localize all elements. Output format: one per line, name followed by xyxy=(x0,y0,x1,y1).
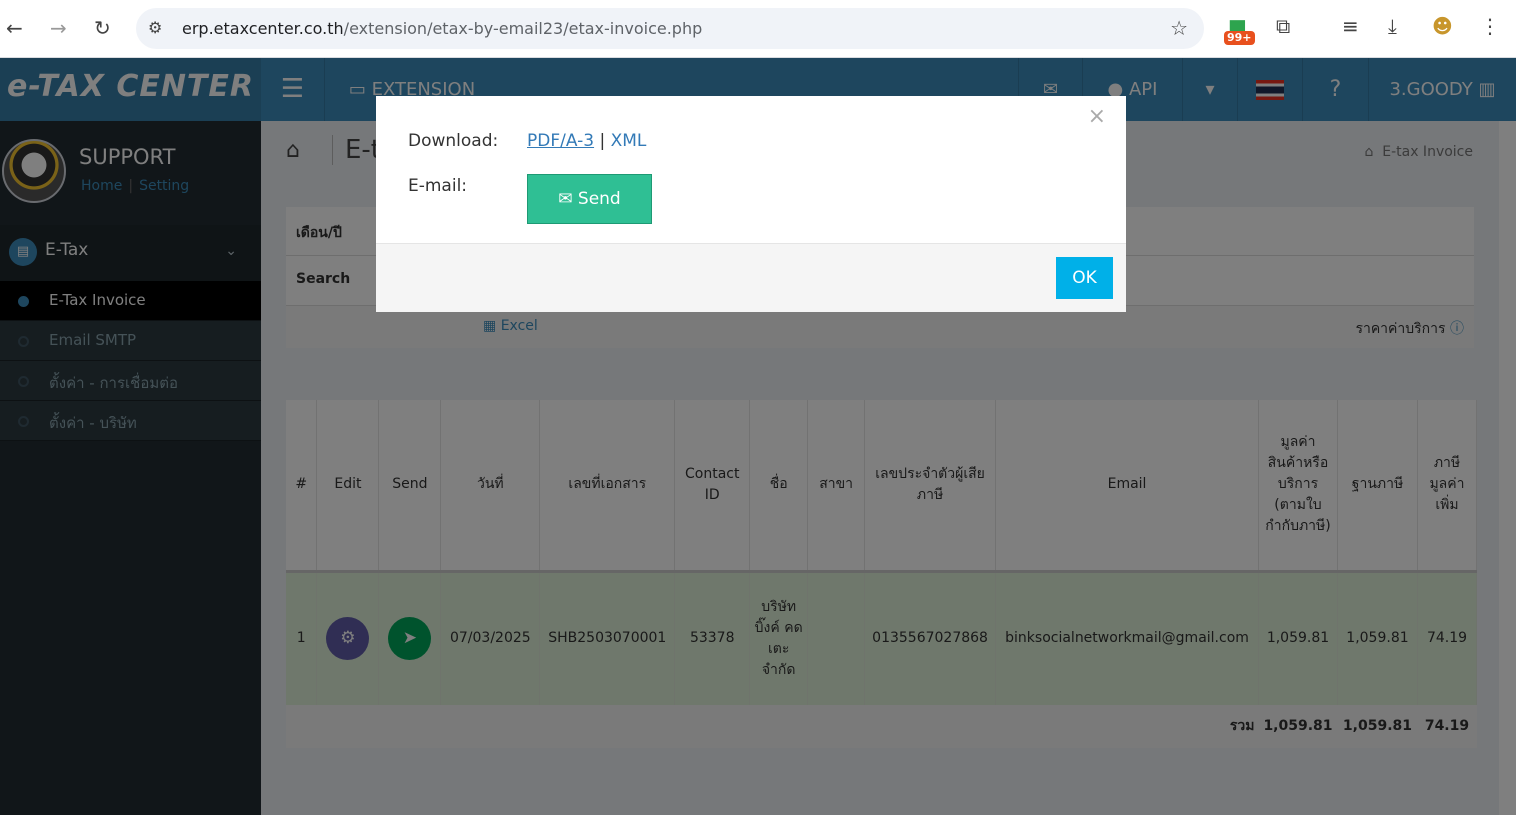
download-icon[interactable]: ⤓ xyxy=(1388,14,1397,38)
browser-chrome: ← → ↻ ⚙ erp.etaxcenter.co.th/extension/e… xyxy=(0,0,1516,58)
send-label: Send xyxy=(577,189,621,209)
reload-icon[interactable]: ↻ xyxy=(94,16,111,40)
envelope-icon: ✉ xyxy=(558,189,573,209)
xml-link[interactable]: XML xyxy=(611,131,647,151)
url-text[interactable]: erp.etaxcenter.co.th/extension/etax-by-e… xyxy=(182,19,702,38)
email-label: E-mail: xyxy=(408,176,468,196)
site-info-icon[interactable]: ⚙ xyxy=(148,18,162,37)
download-label: Download: xyxy=(408,131,499,151)
address-bar[interactable]: ⚙ erp.etaxcenter.co.th/extension/etax-by… xyxy=(136,8,1204,49)
ok-button[interactable]: OK xyxy=(1056,257,1113,299)
back-icon[interactable]: ← xyxy=(6,16,23,40)
link-separator: | xyxy=(599,131,606,151)
profile-avatar-icon[interactable]: ☻ xyxy=(1432,14,1453,38)
download-modal: × Download: PDF/A-3 | XML E-mail: ✉ Send… xyxy=(376,96,1126,312)
close-icon[interactable]: × xyxy=(1088,104,1106,129)
media-control-icon[interactable]: ≡ xyxy=(1342,14,1359,38)
send-email-button[interactable]: ✉ Send xyxy=(527,174,652,224)
bookmark-star-icon[interactable]: ☆ xyxy=(1170,16,1188,40)
pdf-a3-link[interactable]: PDF/A-3 xyxy=(527,131,594,151)
download-links: PDF/A-3 | XML xyxy=(527,131,646,151)
modal-footer: OK xyxy=(376,243,1126,312)
extensions-puzzle-icon[interactable]: ⧉ xyxy=(1276,14,1290,38)
forward-icon[interactable]: → xyxy=(50,16,67,40)
browser-menu-icon[interactable]: ⋮ xyxy=(1480,14,1500,38)
extension-badge: 99+ xyxy=(1224,31,1255,45)
